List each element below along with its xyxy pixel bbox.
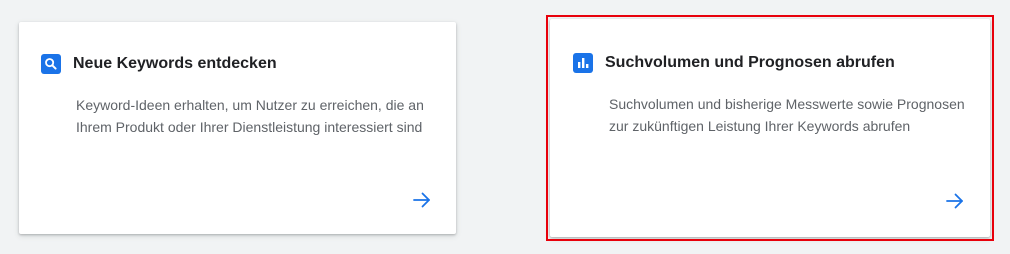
- card-title: Suchvolumen und Prognosen abrufen: [605, 54, 895, 71]
- search-volume-forecasts-card[interactable]: Suchvolumen und Prognosen abrufen Suchvo…: [550, 19, 990, 237]
- arrow-right-icon[interactable]: [943, 189, 967, 213]
- bar-chart-icon: [573, 53, 593, 73]
- arrow-right-icon[interactable]: [410, 188, 434, 212]
- card-title: Neue Keywords entdecken: [73, 55, 277, 72]
- search-icon: [41, 54, 61, 74]
- card-description: Suchvolumen und bisherige Messwerte sowi…: [609, 96, 965, 134]
- discover-keywords-card[interactable]: Neue Keywords entdecken Keyword-Ideen er…: [19, 22, 456, 234]
- card-header: Neue Keywords entdecken: [41, 54, 436, 74]
- card-header: Suchvolumen und Prognosen abrufen: [573, 53, 970, 73]
- card-description: Keyword-Ideen erhalten, um Nutzer zu err…: [76, 97, 424, 135]
